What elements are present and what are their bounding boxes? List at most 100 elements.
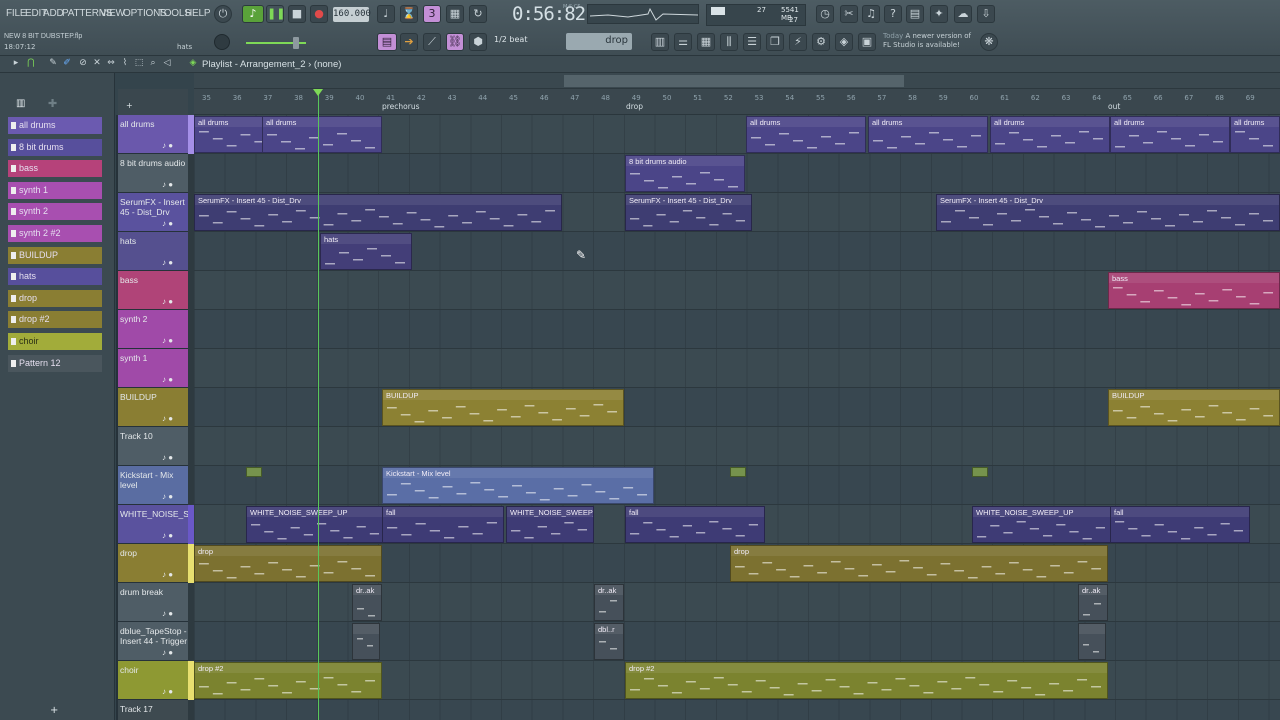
playlist-clip[interactable]: BUILDUP xyxy=(382,389,624,426)
pattern-item[interactable]: drop xyxy=(8,289,102,307)
midi-icon[interactable]: ♫ xyxy=(862,5,880,23)
playlist-clip[interactable] xyxy=(352,623,380,660)
record-list-icon[interactable]: ▣ xyxy=(858,33,876,51)
multilink-icon[interactable]: ✂ xyxy=(840,5,858,23)
playhead-marker-icon[interactable] xyxy=(313,89,323,96)
chat-icon[interactable]: ☁ xyxy=(954,5,972,23)
fl-logo-icon[interactable]: ❋ xyxy=(980,33,998,51)
picker-view-icon[interactable]: ▥ xyxy=(16,98,25,109)
playlist-clip[interactable]: all drums xyxy=(746,116,866,153)
plug-icon[interactable]: ⚡ xyxy=(789,33,807,51)
timeline-marker[interactable]: drop xyxy=(626,102,643,111)
speaker-icon[interactable]: ◈ xyxy=(835,33,853,51)
overview-viewport[interactable] xyxy=(564,75,904,87)
undo-icon[interactable]: ◷ xyxy=(816,5,834,23)
channel-rack-icon[interactable]: ⚌ xyxy=(674,33,692,51)
slider-handle[interactable] xyxy=(293,37,299,49)
track-header[interactable]: hats ♪ ● xyxy=(118,232,188,271)
track-lane[interactable] xyxy=(194,349,1280,388)
playlist-clip[interactable]: drop #2 xyxy=(625,662,1108,699)
track-mute-icon[interactable]: ♪ ● xyxy=(162,648,173,658)
stop-button[interactable]: ■ xyxy=(288,5,306,23)
track-mute-icon[interactable]: ♪ ● xyxy=(162,180,173,190)
pattern-item[interactable]: BUILDUP xyxy=(8,246,102,264)
track-header[interactable]: drop ♪ ● xyxy=(118,544,188,583)
update-notice[interactable]: Today A newer version of FL Studio is av… xyxy=(883,32,975,50)
track-mute-icon[interactable]: ♪ ● xyxy=(162,414,173,424)
song-mode-button[interactable]: ♪ xyxy=(242,5,264,23)
mute-icon[interactable]: ✕ xyxy=(90,57,104,71)
playlist-arrow-icon[interactable]: ◈ xyxy=(186,57,200,71)
track-header[interactable]: Track 17♪ ● xyxy=(118,700,188,720)
track-header[interactable]: Kickstart - Mix level ♪ ● xyxy=(118,466,188,505)
step-edit-icon[interactable]: ▦ xyxy=(446,5,464,23)
select-icon[interactable]: ⬚ xyxy=(132,57,146,71)
pattern-item[interactable]: hats xyxy=(8,268,102,286)
playlist-clip[interactable]: WHITE_NOISE_SWEEP_UP xyxy=(972,506,1112,543)
track-header[interactable]: all drums ♪ ● xyxy=(118,115,188,154)
track-header[interactable]: 8 bit drums audio ♪ ● xyxy=(118,154,188,193)
playlist-clip[interactable]: dbl..r xyxy=(594,623,624,660)
playlist-clip[interactable]: all drums xyxy=(1110,116,1230,153)
menu-arrow-icon[interactable]: ▸ xyxy=(10,57,22,71)
playlist-icon[interactable]: ▤ xyxy=(377,33,397,51)
add-track-icon[interactable]: + xyxy=(126,101,133,110)
playhead-line[interactable] xyxy=(318,89,319,720)
playlist-clip[interactable]: all drums xyxy=(262,116,382,153)
pattern-item[interactable]: choir xyxy=(8,333,102,350)
link-icon[interactable]: ⛓ xyxy=(446,33,464,51)
playlist-clip[interactable]: all drums xyxy=(868,116,988,153)
picker-plus-icon[interactable]: + xyxy=(50,705,58,716)
playlist-clip[interactable] xyxy=(246,467,262,477)
playlist-clip[interactable]: SerumFX - Insert 45 - Dist_Drv xyxy=(625,194,752,231)
countdown-icon[interactable]: 3 xyxy=(423,5,441,23)
playlist-clip[interactable]: drop xyxy=(730,545,1108,582)
track-header[interactable]: bass ♪ ● xyxy=(118,271,188,310)
download-icon[interactable]: ⇩ xyxy=(977,5,995,23)
playlist-clip[interactable]: drop xyxy=(194,545,382,582)
playlist-clip[interactable] xyxy=(730,467,746,477)
pattern-item[interactable]: bass xyxy=(8,160,102,178)
playlist-clip[interactable]: dr..ak xyxy=(1078,584,1108,621)
stamp-icon[interactable]: ⬢ xyxy=(469,33,487,51)
zoom-icon[interactable]: ⌕ xyxy=(146,57,160,71)
track-header[interactable]: WHITE_NOISE_SWEEP_UP ♪ ● xyxy=(118,505,188,544)
master-volume-knob[interactable] xyxy=(214,34,230,50)
brush-icon[interactable]: ⟋ xyxy=(423,33,441,51)
track-mute-icon[interactable]: ♪ ● xyxy=(162,141,173,151)
slice-icon[interactable]: ⌇ xyxy=(118,57,132,71)
pattern-item[interactable]: 8 bit drums xyxy=(8,138,102,156)
track-header[interactable]: Track 10 ♪ ● xyxy=(118,427,188,466)
pause-button[interactable]: ❚❚ xyxy=(266,5,285,23)
record-button[interactable]: ● xyxy=(310,5,328,23)
loop-record-icon[interactable]: ↻ xyxy=(469,5,487,23)
track-mute-icon[interactable]: ♪ ● xyxy=(162,258,173,268)
draw-icon[interactable]: ✎ xyxy=(46,57,60,71)
playlist-clip[interactable]: all drums xyxy=(990,116,1110,153)
pattern-item[interactable]: synth 2 xyxy=(8,203,102,221)
slip-icon[interactable]: ⇔ xyxy=(104,57,118,71)
pattern-item[interactable]: drop #2 xyxy=(8,311,102,329)
playlist-clip[interactable] xyxy=(1078,623,1106,660)
track-header[interactable]: drum break ♪ ● xyxy=(118,583,188,622)
playlist-clip[interactable]: all drums xyxy=(1230,116,1280,153)
menu-item[interactable]: VIEW xyxy=(100,8,125,19)
track-mute-icon[interactable]: ♪ ● xyxy=(162,492,173,502)
power-icon[interactable]: ⏻ xyxy=(214,5,232,23)
faders-icon[interactable]: ⫼ xyxy=(720,33,738,51)
track-header[interactable]: choir ♪ ● xyxy=(118,661,188,700)
track-lane[interactable] xyxy=(194,310,1280,349)
paint-icon[interactable]: ✐ xyxy=(60,57,74,71)
playlist-clip[interactable]: fall xyxy=(382,506,504,543)
track-mute-icon[interactable]: ♪ ● xyxy=(162,570,173,580)
playlist-clip[interactable]: 8 bit drums audio xyxy=(625,155,745,192)
playlist-clip[interactable]: dr..ak xyxy=(352,584,382,621)
snap-selector[interactable]: 1/2 beat xyxy=(494,35,527,44)
track-lane[interactable] xyxy=(194,427,1280,466)
track-mute-icon[interactable]: ♪ ● xyxy=(162,219,173,229)
track-header[interactable]: dblue_TapeStop - Insert 44 - Trigger ♪ ● xyxy=(118,622,188,661)
track-mute-icon[interactable]: ♪ ● xyxy=(162,375,173,385)
help-icon[interactable]: ? xyxy=(884,5,902,23)
tool-input[interactable]: drop xyxy=(566,33,632,50)
metronome-icon[interactable]: ♩ xyxy=(377,5,395,23)
